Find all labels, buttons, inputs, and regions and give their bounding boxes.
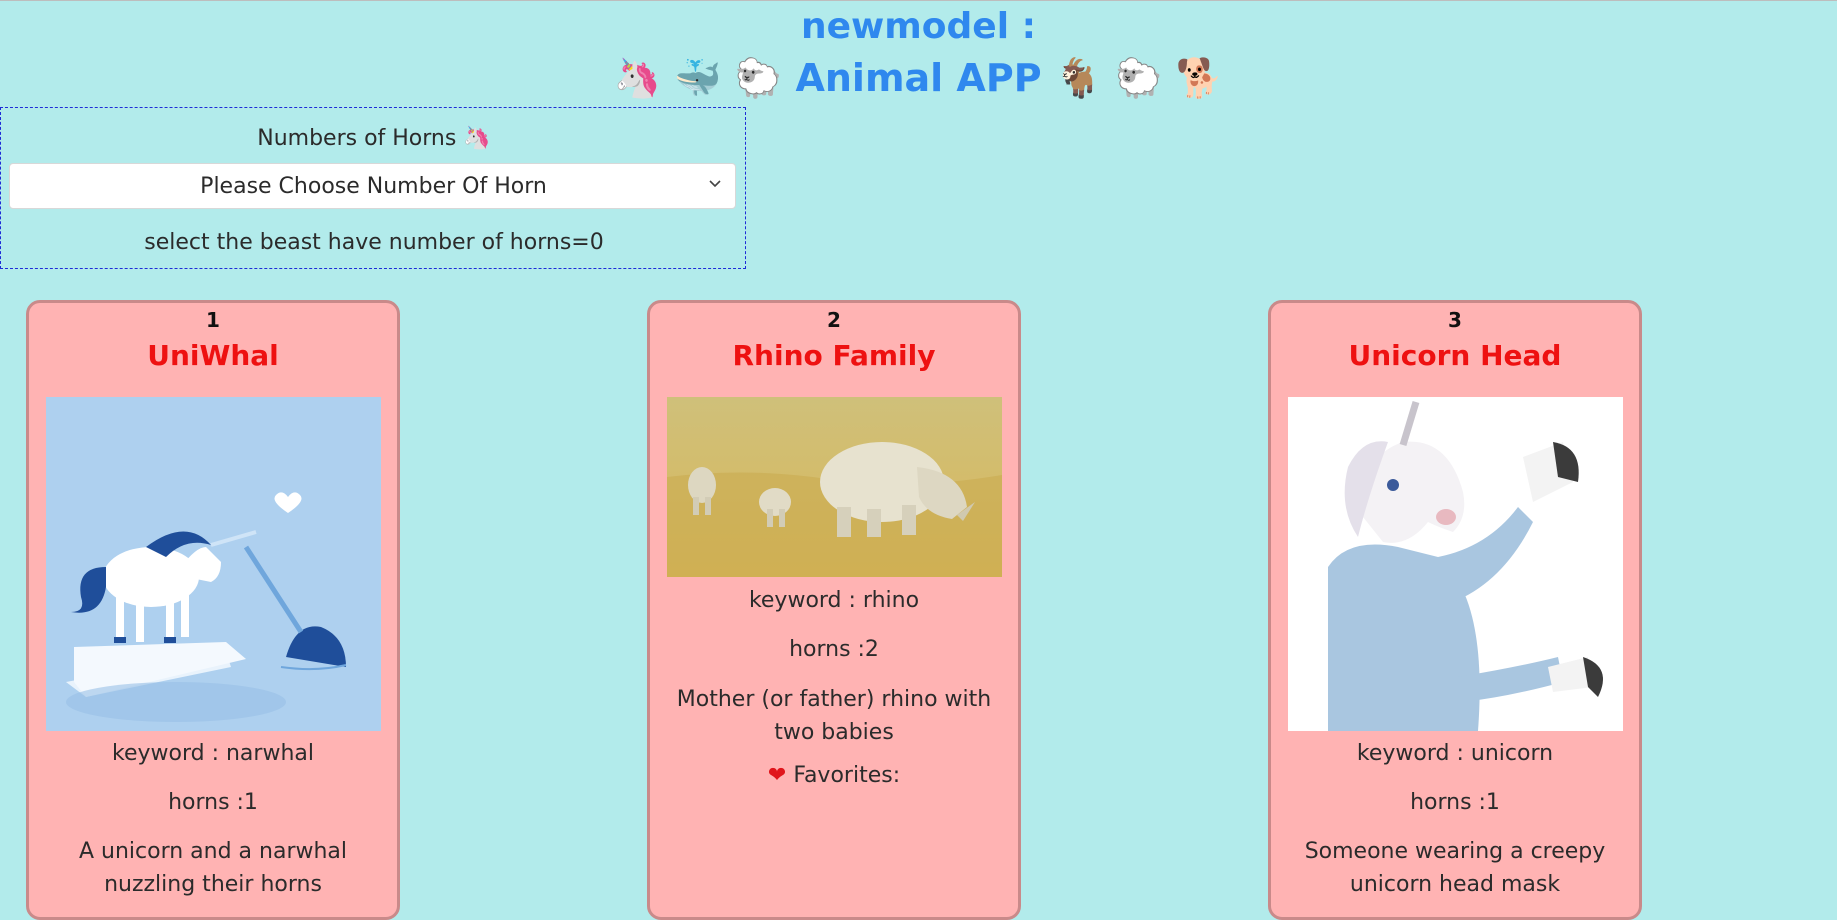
card-description: A unicorn and a narwhal nuzzling their h… xyxy=(78,839,348,897)
horn-count-select-value: Please Choose Number Of Horn xyxy=(200,174,547,199)
card-horns: horns :1 xyxy=(1410,790,1500,815)
horn-filter-hint: select the beast have number of horns=0 xyxy=(144,230,604,255)
rhino-family-image[interactable] xyxy=(667,397,1002,577)
goat-icon: 🐐 xyxy=(1054,56,1103,100)
horn-filter-form: Numbers of Horns 🦄 Please Choose Number … xyxy=(0,107,746,269)
beast-card[interactable]: 2 Rhino Family keyword: rhino horns:2 … xyxy=(647,300,1021,920)
card-description: Mother (or father) rhino with two babies xyxy=(676,687,992,745)
favorites-row[interactable]: ❤ Favorites: xyxy=(650,763,1018,788)
card-horns: horns :1 xyxy=(168,790,258,815)
unicorn-narwhal-image[interactable] xyxy=(46,397,381,731)
card-description: Someone wearing a creepy unicorn head ma… xyxy=(1304,839,1606,897)
unicorn-icon: 🦄 xyxy=(463,126,491,151)
unicorn-icon: 🦄 xyxy=(613,56,662,100)
horn-filter-label-row: Numbers of Horns 🦄 xyxy=(1,126,747,151)
whale-icon: 🐳 xyxy=(674,56,722,100)
page-title: newmodel : xyxy=(800,6,1036,47)
page-subtitle: Animal APP xyxy=(795,56,1042,100)
sheep-icon: 🐑 xyxy=(734,56,783,100)
card-number: 1 xyxy=(206,308,220,332)
card-keyword: keyword : rhino xyxy=(748,588,920,613)
card-keyword: keyword : unicorn xyxy=(1356,741,1554,766)
horn-filter-label: Numbers of Horns xyxy=(257,126,457,151)
sheep-icon: 🐑 xyxy=(1115,56,1163,100)
beast-card[interactable]: 3 Unicorn Head keyword : unicorn horns :… xyxy=(1268,300,1642,920)
card-title[interactable]: UniWhal xyxy=(29,339,397,372)
card-title[interactable]: Unicorn Head xyxy=(1271,339,1639,372)
beast-card[interactable]: 1 UniWhal keyword : narwhal horns:1 A u… xyxy=(26,300,400,920)
card-number: 2 xyxy=(827,308,841,332)
dog-icon: 🐕 xyxy=(1175,56,1224,100)
card-keyword: keyword : narwhal xyxy=(112,741,314,766)
card-number: 3 xyxy=(1448,308,1462,332)
horn-count-select[interactable]: Please Choose Number Of Horn xyxy=(9,163,736,209)
card-horns: horns :2 xyxy=(789,637,879,662)
page-subtitle-row: 🦄 🐳 🐑 Animal APP 🐐 🐑 🐕 xyxy=(0,56,1837,101)
heart-icon[interactable]: ❤ xyxy=(768,763,786,788)
top-border xyxy=(0,0,1837,1)
unicorn-mask-image[interactable] xyxy=(1288,397,1623,731)
favorites-label: Favorites: xyxy=(793,763,901,788)
chevron-down-icon xyxy=(709,176,721,192)
card-title[interactable]: Rhino Family xyxy=(650,339,1018,372)
